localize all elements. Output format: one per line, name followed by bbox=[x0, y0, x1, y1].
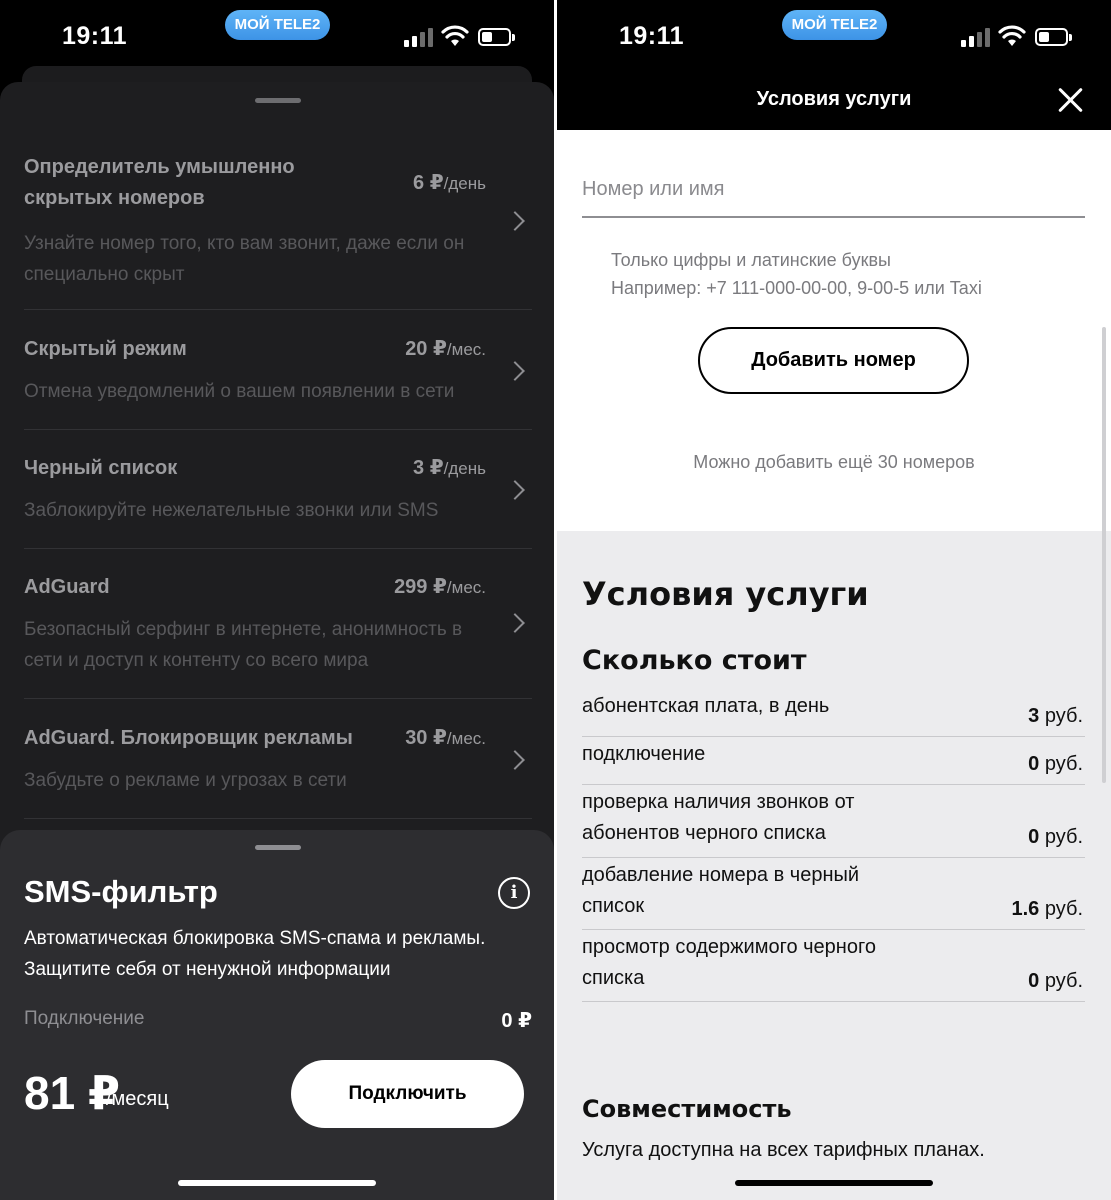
status-time: 19:11 bbox=[62, 22, 128, 50]
sms-filter-sheet: SMS-фильтр i Автоматическая блокировка S… bbox=[0, 830, 554, 1200]
cost-value: 3 руб. bbox=[1028, 705, 1083, 727]
cost-label: подключение bbox=[582, 743, 706, 765]
input-hint: Только цифры и латинские буквы Например:… bbox=[611, 246, 982, 302]
right-screen: 19:11 МОЙ TELE2 Условия услуги Только ци… bbox=[557, 0, 1111, 1200]
page-title: Условия услуги bbox=[756, 88, 912, 110]
signal-icon bbox=[404, 27, 436, 47]
service-price: 20 ₽/мес. bbox=[405, 338, 486, 360]
home-indicator[interactable] bbox=[735, 1180, 933, 1186]
home-indicator[interactable] bbox=[178, 1180, 376, 1186]
compatibility-text: Услуга доступна на всех тарифных планах. bbox=[582, 1139, 985, 1161]
chevron-right-icon bbox=[505, 480, 525, 500]
service-description: Отмена уведомлений о вашем появлении в с… bbox=[24, 381, 455, 402]
battery-icon bbox=[1035, 28, 1072, 46]
service-price: 299 ₽/мес. bbox=[394, 576, 486, 598]
status-bar: 19:11 МОЙ TELE2 bbox=[0, 0, 554, 70]
status-bar: 19:11 МОЙ TELE2 bbox=[557, 0, 1111, 70]
cost-row: абонентская плата, в день 3 руб. bbox=[582, 691, 1085, 737]
sheet-handle[interactable] bbox=[255, 845, 301, 850]
service-name: AdGuard bbox=[24, 576, 110, 598]
service-item[interactable]: Определитель умышленно скрытых номеров 6… bbox=[24, 152, 532, 310]
service-item[interactable]: AdGuard. Блокировщик рекламы 30 ₽/мес. З… bbox=[24, 723, 532, 819]
hint-line: Только цифры и латинские буквы bbox=[611, 250, 891, 270]
number-or-name-input[interactable] bbox=[582, 162, 1085, 218]
wifi-icon bbox=[998, 25, 1026, 46]
scrollbar[interactable] bbox=[1102, 327, 1106, 783]
close-icon[interactable] bbox=[1057, 86, 1085, 114]
carrier-pill[interactable]: МОЙ TELE2 bbox=[225, 10, 330, 40]
cost-value: 1.6 руб. bbox=[1011, 898, 1083, 920]
cost-value: 0 руб. bbox=[1028, 826, 1083, 848]
conditions-section: Условия услуги Сколько стоит абонентская… bbox=[557, 531, 1111, 1200]
chevron-right-icon bbox=[505, 750, 525, 770]
cost-label: абонентская плата, в день bbox=[582, 695, 830, 717]
price-unit: /месяц bbox=[106, 1088, 169, 1110]
service-name: Черный список bbox=[24, 457, 178, 479]
service-price: 6 ₽/день bbox=[413, 172, 486, 194]
info-icon[interactable]: i bbox=[498, 877, 530, 909]
service-name: Скрытый режим bbox=[24, 338, 187, 360]
cost-label: проверка наличия звонков от абонентов че… bbox=[582, 791, 855, 844]
service-description: Узнайте номер того, кто вам звонит, даже… bbox=[24, 233, 465, 285]
connect-button[interactable]: Подключить bbox=[291, 1060, 524, 1128]
header: 19:11 МОЙ TELE2 Условия услуги bbox=[557, 0, 1111, 130]
sheet-handle[interactable] bbox=[255, 98, 301, 103]
service-price: 3 ₽/день bbox=[413, 457, 486, 479]
cost-label: добавление номера в черный список bbox=[582, 864, 860, 917]
sheet-title: SMS-фильтр bbox=[24, 874, 218, 909]
connection-value: 0 ₽ bbox=[501, 1010, 532, 1032]
add-number-button[interactable]: Добавить номер bbox=[698, 327, 969, 394]
service-item[interactable]: AdGuard 299 ₽/мес. Безопасный серфинг в … bbox=[24, 572, 532, 699]
cost-row: просмотр содержимого черного списка 0 ру… bbox=[582, 932, 1085, 1002]
hint-line: Например: +7 111-000-00-00, 9-00-5 или T… bbox=[611, 278, 982, 298]
battery-icon bbox=[478, 28, 515, 46]
service-item[interactable]: Черный список 3 ₽/день Заблокируйте неже… bbox=[24, 453, 532, 549]
service-name: AdGuard. Блокировщик рекламы bbox=[24, 727, 353, 749]
conditions-title: Условия услуги bbox=[582, 575, 869, 613]
left-screen: 19:11 МОЙ TELE2 Определитель умышленно с… bbox=[0, 0, 554, 1200]
chevron-right-icon bbox=[505, 211, 525, 231]
cost-row: добавление номера в черный список 1.6 ру… bbox=[582, 860, 1085, 930]
wifi-icon bbox=[441, 25, 469, 46]
sheet-description: Автоматическая блокировка SMS-спама и ре… bbox=[24, 928, 486, 980]
carrier-pill[interactable]: МОЙ TELE2 bbox=[782, 10, 887, 40]
service-price: 30 ₽/мес. bbox=[405, 727, 486, 749]
status-time: 19:11 bbox=[619, 22, 685, 50]
chevron-right-icon bbox=[505, 613, 525, 633]
remaining-count: Можно добавить ещё 30 номеров bbox=[693, 452, 975, 472]
service-description: Безопасный серфинг в интернете, анонимно… bbox=[24, 619, 463, 671]
cost-title: Сколько стоит bbox=[582, 645, 807, 676]
cost-value: 0 руб. bbox=[1028, 753, 1083, 775]
cost-value: 0 руб. bbox=[1028, 970, 1083, 992]
cost-row: проверка наличия звонков от абонентов че… bbox=[582, 787, 1085, 858]
service-description: Заблокируйте нежелательные звонки или SM… bbox=[24, 500, 439, 521]
compatibility-title: Совместимость bbox=[582, 1095, 792, 1123]
service-description: Забудьте о рекламе и угрозах в сети bbox=[24, 770, 347, 791]
service-name: Определитель умышленно скрытых номеров bbox=[24, 156, 295, 209]
service-item[interactable]: Скрытый режим 20 ₽/мес. Отмена уведомлен… bbox=[24, 334, 532, 430]
signal-icon bbox=[961, 27, 993, 47]
cost-label: просмотр содержимого черного списка bbox=[582, 936, 876, 989]
cost-row: подключение 0 руб. bbox=[582, 739, 1085, 785]
connection-label: Подключение bbox=[24, 1008, 145, 1029]
chevron-right-icon bbox=[505, 361, 525, 381]
